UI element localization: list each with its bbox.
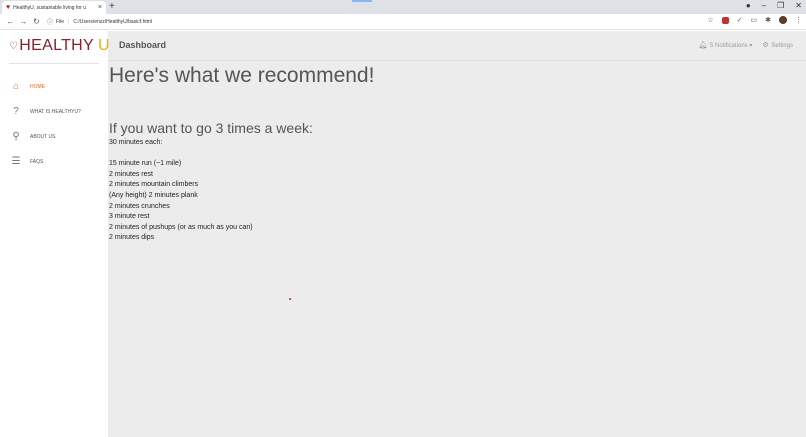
workout-plan: 30 minutes each: 15 minute run (~1 mile)… — [109, 138, 253, 244]
page-title: Dashboard — [119, 40, 167, 50]
sidebar: ♡ HEALTHY U ⌂ HOME ? WHAT IS HEALTHYU? ⚲… — [0, 31, 110, 437]
back-icon[interactable]: ← — [4, 17, 17, 26]
browser-toolbar: ← → ↻ ⓘ File | C:/Users/erizz/HealthyU/b… — [0, 14, 806, 30]
browser-tab-bar: ♥ HealthyU, sustainable living for u × +… — [0, 0, 806, 14]
close-window-icon[interactable]: ✕ — [795, 1, 802, 10]
notifications-label: 5 Notifications — [709, 43, 748, 49]
bookmark-star-icon[interactable]: ☆ — [707, 16, 713, 24]
home-icon: ⌂ — [12, 81, 20, 92]
cursor-dot — [289, 298, 291, 300]
sidebar-item-label: ABOUT US — [30, 133, 56, 140]
settings-button[interactable]: ⚙ Settings — [762, 41, 793, 49]
plan-step: 2 minutes of pushups (or as much as you … — [109, 223, 253, 231]
tab-strip-indicator — [352, 0, 372, 2]
plan-step: (Any height) 2 minutes plank — [109, 191, 198, 199]
settings-label: Settings — [771, 43, 793, 49]
user-avatar[interactable] — [779, 16, 787, 24]
info-icon[interactable]: ⓘ — [47, 17, 53, 26]
url-scheme: File — [56, 18, 65, 25]
new-tab-icon[interactable]: + — [109, 1, 115, 12]
caret-down-icon: ▾ — [749, 43, 753, 49]
top-bar: Dashboard 🔔︎ 5 Notifications ▾ ⚙ Setting… — [108, 31, 806, 61]
browser-tab[interactable]: ♥ HealthyU, sustainable living for u × — [2, 1, 106, 14]
reload-icon[interactable]: ↻ — [30, 17, 43, 26]
sidebar-item-about-us[interactable]: ⚲ ABOUT US — [10, 131, 55, 142]
app-area: ♡ HEALTHY U ⌂ HOME ? WHAT IS HEALTHYU? ⚲… — [0, 31, 806, 437]
sidebar-item-label: WHAT IS HEALTHYU? — [30, 108, 81, 115]
address-bar[interactable]: ⓘ File | C:/Users/erizz/HealthyU/basicf.… — [47, 17, 153, 27]
close-tab-icon[interactable]: × — [98, 4, 102, 11]
logo-text: HEALTHY — [19, 37, 94, 54]
puzzle-extensions-icon[interactable]: ✱ — [765, 16, 771, 24]
topbar-actions: 🔔︎ 5 Notifications ▾ ⚙ Settings — [698, 41, 793, 49]
plan-step: 2 minutes rest — [109, 170, 153, 178]
plan-intro: 30 minutes each: — [109, 139, 163, 146]
restore-icon[interactable]: ❐ — [777, 1, 784, 10]
url-separator: | — [68, 18, 70, 25]
window-controls: ● – ❐ ✕ — [746, 1, 802, 10]
recommend-heading: Here's what we recommend! — [109, 64, 375, 87]
plan-step: 2 minutes dips — [109, 234, 155, 242]
heart-favicon-icon: ♥ — [6, 4, 11, 11]
sidebar-item-what-is-healthyu[interactable]: ? WHAT IS HEALTHYU? — [10, 106, 81, 117]
heart-outline-icon: ♡ — [9, 40, 19, 52]
logo-divider — [9, 63, 99, 64]
sidebar-item-faqs[interactable]: ☰ FAQS — [10, 156, 44, 167]
profile-icon[interactable]: ● — [746, 1, 751, 10]
gear-icon: ⚙ — [762, 42, 769, 49]
forward-icon[interactable]: → — [17, 17, 30, 26]
plan-step: 2 minutes mountain climbers — [109, 181, 199, 189]
frequency-heading: If you want to go 3 times a week: — [109, 120, 313, 136]
person-icon: ⚲ — [12, 131, 20, 142]
question-icon: ? — [13, 106, 19, 117]
notifications-button[interactable]: 🔔︎ 5 Notifications ▾ — [698, 41, 752, 49]
plan-step: 15 minute run (~1 mile) — [109, 160, 182, 168]
toolbar-actions: ☆ ✓ ▭ ✱ ⋮ — [707, 16, 802, 24]
plan-step: 3 minute rest — [109, 213, 150, 221]
list-icon: ☰ — [11, 156, 21, 167]
extension-icon[interactable] — [721, 16, 729, 24]
sidebar-item-home[interactable]: ⌂ HOME — [10, 81, 45, 92]
sidebar-item-label: FAQS — [30, 158, 44, 165]
minimize-icon[interactable]: – — [762, 1, 766, 10]
sidebar-item-label: HOME — [30, 83, 45, 90]
bell-icon: 🔔︎ — [698, 42, 708, 49]
tab-title: HealthyU, sustainable living for u — [13, 4, 86, 11]
cast-icon[interactable]: ▭ — [751, 16, 758, 24]
check-extension-icon[interactable]: ✓ — [737, 16, 743, 24]
plan-step: 2 minutes crunches — [109, 202, 170, 210]
menu-dots-icon[interactable]: ⋮ — [795, 16, 802, 24]
url-path: C:/Users/erizz/HealthyU/basicf.html — [73, 18, 153, 25]
logo[interactable]: ♡ HEALTHY U — [9, 37, 110, 55]
